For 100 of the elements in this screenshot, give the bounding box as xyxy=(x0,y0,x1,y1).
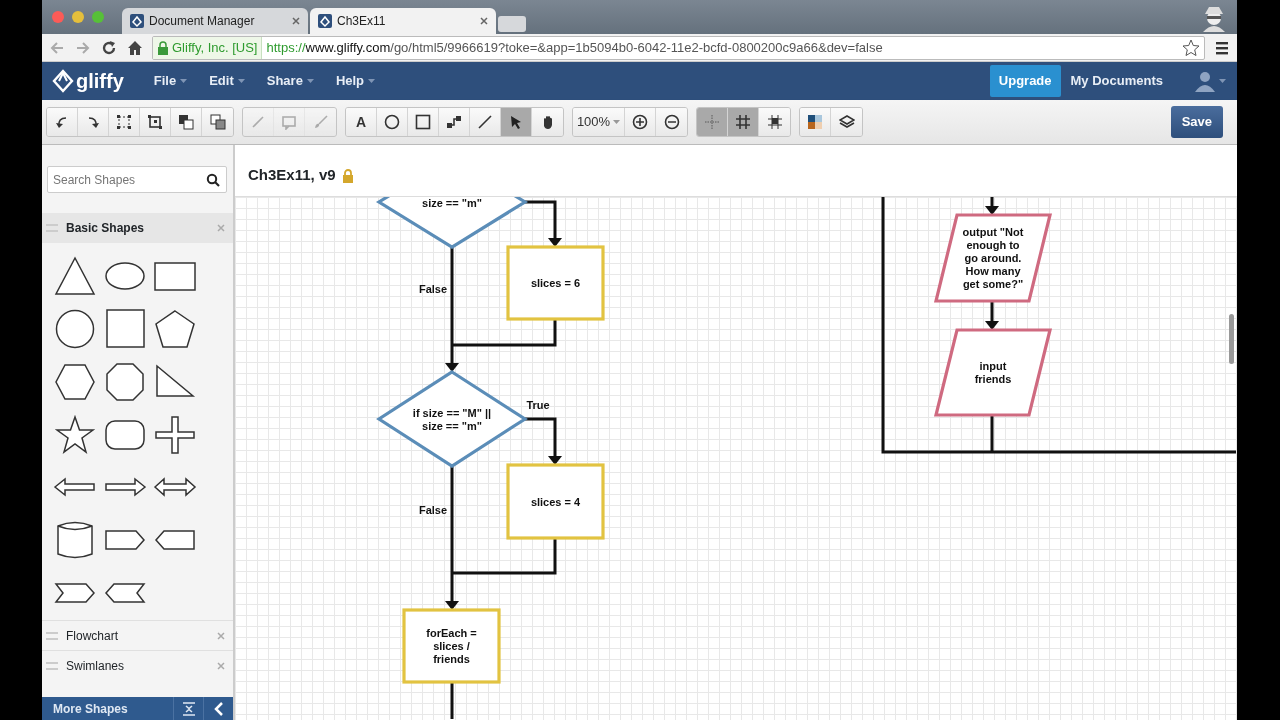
grid-button[interactable] xyxy=(728,108,759,136)
comment-icon xyxy=(281,114,297,130)
menu-item[interactable]: Edit xyxy=(209,71,245,91)
undo-button[interactable] xyxy=(47,108,78,136)
caret-icon xyxy=(180,79,188,83)
library-title: Flowchart xyxy=(66,627,118,645)
collapse-icon xyxy=(181,701,196,716)
triangle-shape-icon[interactable] xyxy=(53,256,97,296)
caret-icon xyxy=(368,79,376,83)
connector-button[interactable] xyxy=(439,108,470,136)
reload-icon[interactable] xyxy=(100,38,118,57)
node-label: slices = 4 xyxy=(530,495,581,508)
pentagon-shape-icon[interactable] xyxy=(153,308,197,349)
group-icon xyxy=(116,114,132,130)
edge-label: False xyxy=(418,283,448,295)
edge-label: False xyxy=(418,504,448,516)
octagon-shape-icon[interactable] xyxy=(103,361,147,402)
square-shape-icon[interactable] xyxy=(103,308,147,349)
favicon-icon xyxy=(318,14,332,28)
redo-button[interactable] xyxy=(78,108,109,136)
favicon-icon xyxy=(130,14,144,28)
square-button[interactable] xyxy=(408,108,439,136)
search-icon[interactable] xyxy=(206,173,220,187)
bring-front-button[interactable] xyxy=(171,108,202,136)
node-label: if size == "M" || size == "m" xyxy=(412,406,492,432)
link-icon xyxy=(250,114,266,130)
send-back-button[interactable] xyxy=(202,108,233,136)
zoom-in-button[interactable] xyxy=(625,108,656,136)
browser-tab[interactable]: Ch3Ex11 xyxy=(310,8,496,34)
search-field[interactable]: Search Shapes xyxy=(47,166,227,193)
star-shape-icon[interactable] xyxy=(53,414,97,455)
document-title: Ch3Ex11, v9 xyxy=(248,165,336,186)
grid-icon xyxy=(735,114,751,130)
arrow-connector xyxy=(985,197,999,215)
library-header[interactable]: Flowchart xyxy=(42,620,233,650)
zoom-in-icon xyxy=(632,114,648,130)
drag-handle-icon xyxy=(46,631,58,640)
circle-button[interactable] xyxy=(377,108,408,136)
window-control-button[interactable] xyxy=(72,11,84,23)
crosshair-icon xyxy=(704,114,720,130)
save-button[interactable]: Save xyxy=(1170,106,1223,138)
close-icon[interactable] xyxy=(292,17,300,25)
node-label: size == "m" xyxy=(422,197,482,209)
star-icon[interactable] xyxy=(1182,39,1200,58)
send-back-icon xyxy=(209,114,226,130)
connector-line xyxy=(450,682,454,719)
snap-grid-button[interactable] xyxy=(759,108,790,136)
library-title: Basic Shapes xyxy=(66,220,145,237)
url-text: https://www.gliffy.com/go/html5/9966619?toke=&app=1b5094b0-6042-11e2-bcfd-0800200c9a66&dev=false xyxy=(265,38,883,57)
crosshair-button[interactable] xyxy=(697,108,728,136)
site-identity: Gliffy, Inc. [US] xyxy=(172,38,258,57)
caret-icon xyxy=(306,79,314,83)
line-button[interactable] xyxy=(470,108,501,136)
node-label: slices = 6 xyxy=(530,277,581,289)
node-label: input friends xyxy=(974,360,1012,385)
caret-icon[interactable] xyxy=(1217,78,1227,84)
layers-button[interactable] xyxy=(831,108,862,136)
ungroup-button[interactable] xyxy=(140,108,171,136)
address-bar[interactable]: Gliffy, Inc. [US] https://www.gliffy.com/go/html5/9966619?toke=&app=1b5094b0-6042-11e2-bcfd-0800200c9a66&dev=false xyxy=(152,35,1205,60)
drag-handle-icon xyxy=(46,661,58,670)
menu-item[interactable]: Share xyxy=(266,71,314,91)
arrow-connector xyxy=(525,417,562,465)
library-title: Swimlanes xyxy=(66,657,125,675)
menu-item[interactable]: Help xyxy=(335,71,376,91)
arrow-connector xyxy=(985,301,999,330)
caret-icon xyxy=(613,120,621,124)
edge-label: True xyxy=(526,399,550,411)
cross-shape-icon[interactable] xyxy=(153,414,197,455)
library-header[interactable]: Basic Shapes xyxy=(42,213,233,243)
drag-handle-icon xyxy=(46,224,58,232)
hexagon-shape-icon[interactable] xyxy=(53,361,97,402)
close-icon[interactable] xyxy=(480,17,488,25)
zoom-out-icon xyxy=(663,114,680,130)
my-documents-link[interactable]: My Documents xyxy=(1070,71,1163,91)
menu-item[interactable]: File xyxy=(153,71,188,91)
pointer-button[interactable] xyxy=(501,108,532,136)
layers-icon xyxy=(838,114,855,130)
text-tool-button[interactable]: A xyxy=(346,108,377,136)
circle-icon xyxy=(384,114,400,130)
hand-button[interactable] xyxy=(532,108,563,136)
color-swatch-button[interactable] xyxy=(800,108,831,136)
node-label: forEach = slices / friends xyxy=(426,627,477,665)
library-header[interactable]: Swimlanes xyxy=(42,650,233,680)
line-icon xyxy=(477,114,493,130)
scrollbar-thumb[interactable] xyxy=(1229,314,1234,364)
browser-tab[interactable]: Document Manager xyxy=(122,8,308,34)
upgrade-button[interactable]: Upgrade xyxy=(989,65,1061,97)
group-button[interactable] xyxy=(109,108,140,136)
home-icon[interactable] xyxy=(126,38,144,57)
circle-shape-icon[interactable] xyxy=(53,308,97,349)
bring-front-icon xyxy=(178,114,194,130)
snap-grid-icon xyxy=(766,114,783,130)
brush-icon xyxy=(312,114,329,130)
arrow-connector xyxy=(525,200,562,247)
node-label: output "Not enough to go around. How many get some?" xyxy=(962,226,1024,290)
logo-text: gliffy xyxy=(76,69,124,94)
chevron-left-icon xyxy=(213,701,224,716)
user-icon[interactable] xyxy=(1193,70,1217,92)
zoom-out-button[interactable] xyxy=(656,108,687,136)
zoom-dropdown[interactable]: 100% xyxy=(573,108,625,136)
